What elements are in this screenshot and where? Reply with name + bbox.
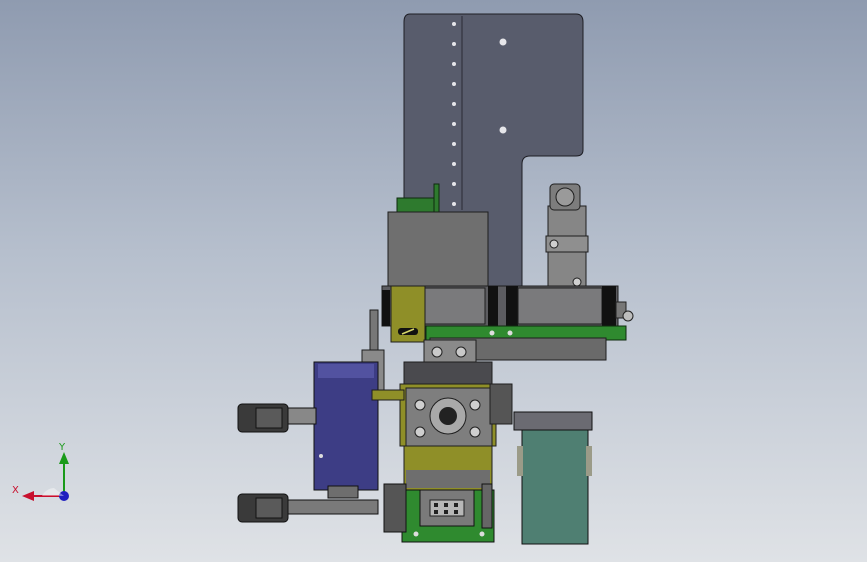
slide-block (387, 211, 489, 289)
coordinate-triad: Y X (10, 440, 80, 510)
upper-connector (237, 403, 317, 433)
y-axis-label: Y (59, 442, 66, 453)
teal-motor (521, 427, 589, 545)
triad-graphic (22, 452, 69, 501)
cad-viewport[interactable]: Y X (0, 0, 867, 562)
assembly-model[interactable] (0, 0, 867, 562)
navy-motor (313, 361, 379, 491)
x-axis-label: X (12, 485, 19, 496)
